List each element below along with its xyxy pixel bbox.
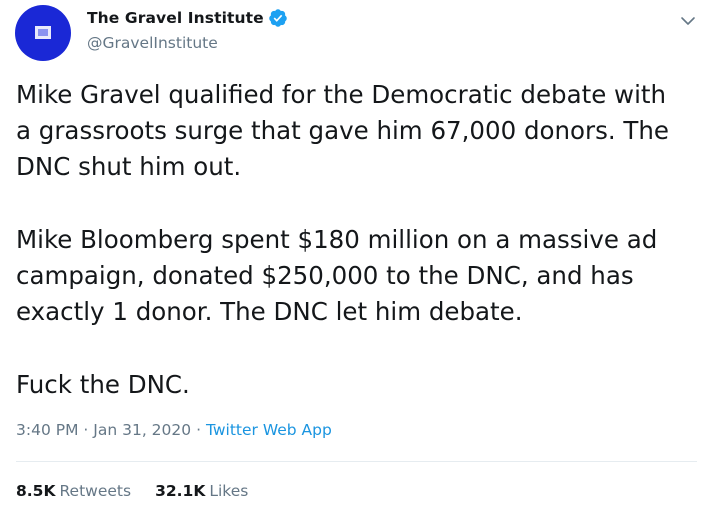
tweet-date[interactable]: Jan 31, 2020 <box>93 421 191 439</box>
gravel-logo-icon <box>35 26 51 39</box>
tweet-stats: 8.5K Retweets 32.1K Likes <box>16 482 248 500</box>
retweets-label: Retweets <box>59 482 132 500</box>
author-block: The Gravel Institute @GravelInstitute <box>87 8 288 52</box>
chevron-down-icon[interactable] <box>679 12 697 30</box>
avatar[interactable] <box>15 5 71 61</box>
tweet-line: Mike Bloomberg spent $180 million on a m… <box>16 225 658 254</box>
tweet-meta: 3:40 PM · Jan 31, 2020 · Twitter Web App <box>16 421 332 439</box>
meta-separator: · <box>83 421 89 439</box>
divider <box>16 461 697 462</box>
tweet-line: Fuck the DNC. <box>16 370 190 399</box>
likes-stat[interactable]: 32.1K Likes <box>155 482 248 500</box>
tweet-time[interactable]: 3:40 PM <box>16 421 78 439</box>
tweet-line: exactly 1 donor. The DNC let him debate. <box>16 297 523 326</box>
tweet-text: Mike Gravel qualified for the Democratic… <box>16 77 706 403</box>
display-name[interactable]: The Gravel Institute <box>87 9 264 27</box>
retweets-count: 8.5K <box>16 482 56 500</box>
tweet-line: Mike Gravel qualified for the Democratic… <box>16 80 667 109</box>
verified-badge-icon <box>268 8 288 28</box>
handle[interactable]: @GravelInstitute <box>87 34 288 52</box>
meta-separator: · <box>196 421 201 439</box>
tweet-line: campaign, donated $250,000 to the DNC, a… <box>16 261 634 290</box>
tweet-source-link[interactable]: Twitter Web App <box>206 421 332 439</box>
retweets-stat[interactable]: 8.5K Retweets <box>16 482 131 500</box>
likes-count: 32.1K <box>155 482 206 500</box>
likes-label: Likes <box>209 482 249 500</box>
tweet-line: a grassroots surge that gave him 67,000 … <box>16 116 669 145</box>
tweet-line: DNC shut him out. <box>16 152 242 181</box>
tweet-card: The Gravel Institute @GravelInstitute Mi… <box>0 0 713 519</box>
